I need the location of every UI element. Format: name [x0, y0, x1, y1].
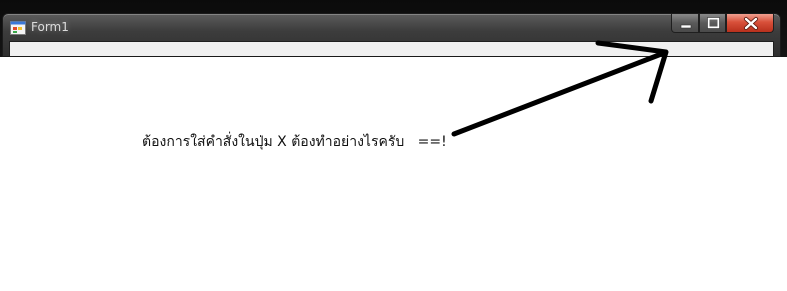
screenshot-canvas: Form1 ต้องการใส่คำสั่งในปุ่ม X ต้องทำอย่… [0, 0, 787, 291]
annotation-question-text: ต้องการใส่คำสั่งในปุ่ม X ต้องทำอย่างไรคร… [142, 134, 447, 150]
